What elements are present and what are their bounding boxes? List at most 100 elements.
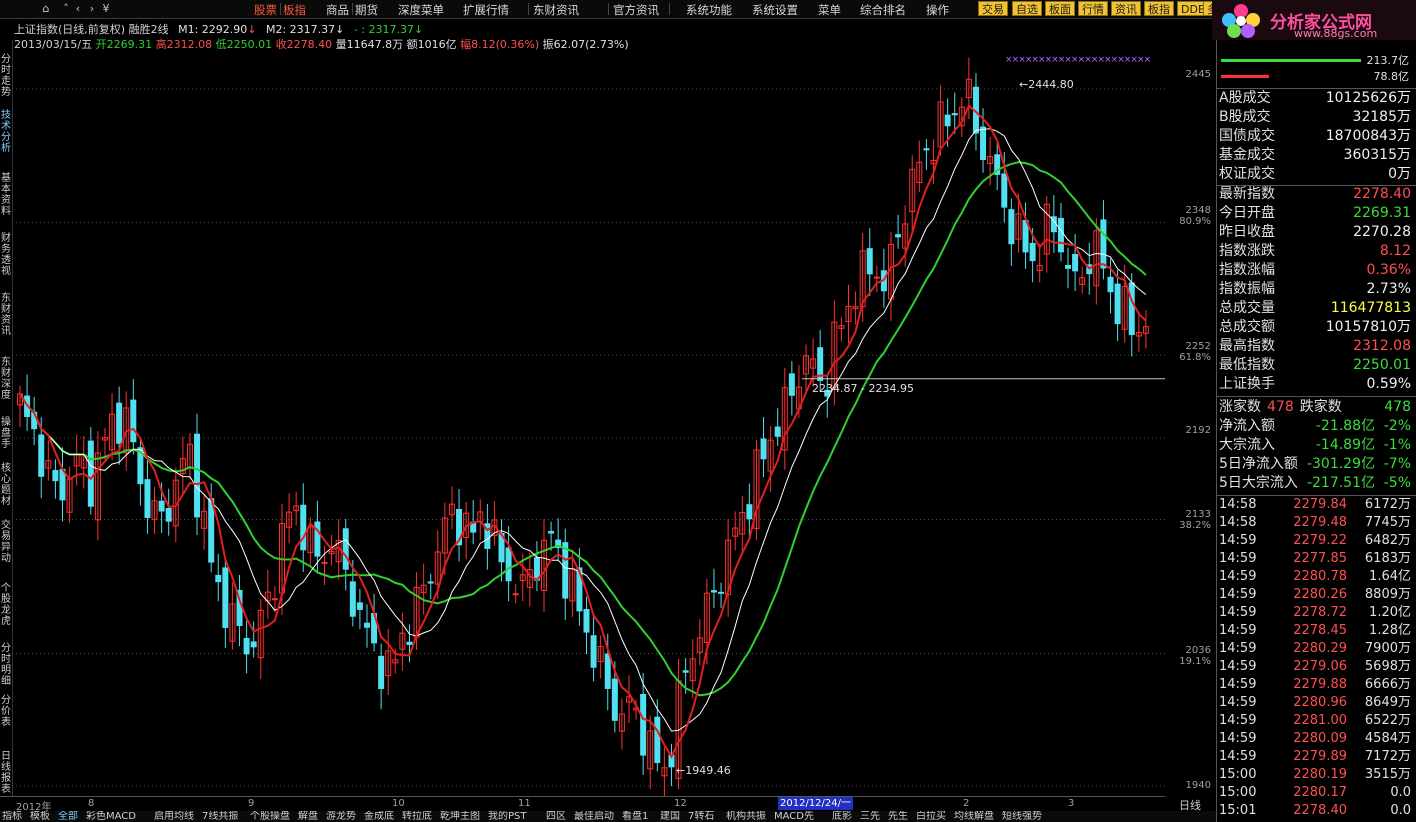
side-tab-4[interactable]: 东财资讯 <box>0 293 12 337</box>
toolbar-layout-button[interactable]: 板面 <box>1045 1 1075 16</box>
indicator-tab-1[interactable]: 模板 <box>30 811 50 822</box>
candle-body <box>774 426 781 437</box>
price-axis-label: 2445 <box>1185 69 1211 80</box>
indicator-tab-2[interactable]: 全部 <box>58 811 78 822</box>
indicator-tab-9[interactable]: 金成底 <box>364 811 394 822</box>
indicator-tab-22[interactable]: 先生 <box>888 811 908 822</box>
candle-body <box>611 678 618 721</box>
indicator-tab-19[interactable]: MACD先 <box>774 811 814 822</box>
flow-value: -301.29亿 <box>1306 456 1375 472</box>
quote-row-7-value: 10157810万 <box>1325 319 1411 335</box>
side-tab-2[interactable]: 基本资料 <box>0 173 12 217</box>
side-tab-11[interactable]: 分价表 <box>0 695 12 728</box>
menu-ranking[interactable]: 综合排名 <box>860 2 906 18</box>
side-tab-1[interactable]: 技术分析 <box>0 110 12 154</box>
indicator-tab-16[interactable]: 建国 <box>660 811 680 822</box>
quote-row-5: 指数振幅 2.73% <box>1219 280 1411 299</box>
candlestick-chart[interactable]: 2234.87 - 2234.95←2444.80←1949.46× × × × × × ×… <box>12 28 1165 796</box>
menu-official-news[interactable]: 官方资讯 <box>613 2 659 18</box>
candle-body <box>640 693 647 756</box>
menu-extended-quotes[interactable]: 扩展行情 <box>463 2 509 18</box>
toolbar-watchlist-button[interactable]: 自选 <box>1012 1 1042 16</box>
indicator-tab-12[interactable]: 我的PST <box>488 811 527 822</box>
indicator-tab-24[interactable]: 均线解盘 <box>954 811 994 822</box>
quote-row-1: 今日开盘 2269.31 <box>1219 204 1411 223</box>
price-axis: 2445 2348 2252 2192 2133 2036 1940 80.9% 61.8% 38… <box>1165 28 1215 796</box>
side-tab-10[interactable]: 分时明细 <box>0 643 12 687</box>
menu-system-functions[interactable]: 系统功能 <box>686 2 732 18</box>
tick-price: 2280.09 <box>1293 731 1347 746</box>
quote-row-9: 最低指数 2250.01 <box>1219 356 1411 375</box>
tick-time: 14:59 <box>1219 641 1257 656</box>
menu-depth[interactable]: 深度菜单 <box>398 2 444 18</box>
indicator-tab-17[interactable]: 7转石 <box>688 811 714 822</box>
candle-body <box>165 507 172 522</box>
tick-row: 14:59 2280.78 1.64亿 <box>1219 568 1411 586</box>
menu-menu[interactable]: 菜单 <box>818 2 841 18</box>
side-tab-5[interactable]: 东财深度 <box>0 357 12 401</box>
indicator-tab-23[interactable]: 白拉买 <box>916 811 946 822</box>
side-tab-6[interactable]: 操盘手 <box>0 417 12 450</box>
indicator-tab-8[interactable]: 游龙势 <box>326 811 356 822</box>
candle-body <box>562 542 569 599</box>
tick-price: 2279.48 <box>1293 515 1347 530</box>
home-icon[interactable]: ⌂ <box>38 1 54 16</box>
tick-time: 14:59 <box>1219 695 1257 710</box>
indicator-tab-13[interactable]: 四区 <box>546 811 566 822</box>
indicator-tab-0[interactable]: 指标 <box>2 811 22 822</box>
candle-body <box>1029 242 1036 262</box>
tick-time: 15:00 <box>1219 767 1257 782</box>
menu-commodity[interactable]: 商品 <box>326 2 349 18</box>
candle-body <box>363 622 370 628</box>
quote-row-5-label: 指数振幅 <box>1219 281 1275 297</box>
menu-futures[interactable]: 期货 <box>355 2 378 18</box>
tick-volume: 7172万 <box>1364 749 1411 764</box>
date-axis-label: 2 <box>963 798 970 809</box>
indicator-tab-15[interactable]: 看盘1 <box>622 811 648 822</box>
flow-summary-value: 213.7亿 <box>1366 54 1410 67</box>
candle-body <box>243 637 250 655</box>
side-tab-9[interactable]: 个股龙虎 <box>0 583 12 627</box>
indicator-tab-20[interactable]: 底影 <box>832 811 852 822</box>
menu-stocks[interactable]: 股票 <box>254 2 277 18</box>
indicator-tab-10[interactable]: 转拉底 <box>402 811 432 822</box>
indicator-tab-7[interactable]: 解盘 <box>298 811 318 822</box>
double-chevron-down-icon[interactable]: ¥ <box>98 1 114 16</box>
toolbar-board-index-button[interactable]: 板指 <box>1144 1 1174 16</box>
tick-price: 2280.17 <box>1293 785 1347 800</box>
side-tab-3[interactable]: 财务透视 <box>0 233 12 277</box>
toolbar-trade-button[interactable]: 交易 <box>978 1 1008 16</box>
candle-body <box>654 716 661 764</box>
indicator-tab-18[interactable]: 机构共振 <box>726 811 766 822</box>
indicator-tab-14[interactable]: 最佳启动 <box>574 811 614 822</box>
toolbar-quotes-button[interactable]: 行情 <box>1078 1 1108 16</box>
indicator-tab-21[interactable]: 三先 <box>860 811 880 822</box>
side-tab-7[interactable]: 核心题材 <box>0 463 12 507</box>
candle-body <box>548 531 555 534</box>
side-tab-0[interactable]: 分时走势 <box>0 54 12 98</box>
menu-eastmoney-news[interactable]: 东财资讯 <box>533 2 579 18</box>
menu-operations[interactable]: 操作 <box>926 2 949 18</box>
low-price-label: ←1949.46 <box>676 764 731 777</box>
menu-system-settings[interactable]: 系统设置 <box>752 2 798 18</box>
indicator-tab-6[interactable]: 个股操盘 <box>250 811 290 822</box>
market-row-3-value: 360315万 <box>1343 147 1411 163</box>
tick-time: 14:59 <box>1219 605 1257 620</box>
toolbar-news-button[interactable]: 资讯 <box>1111 1 1141 16</box>
indicator-tab-5[interactable]: 7线共振 <box>202 811 238 822</box>
indicator-tab-11[interactable]: 乾坤主图 <box>440 811 480 822</box>
menu-board-index[interactable]: 板指 <box>283 2 306 18</box>
indicator-tab-25[interactable]: 短线强势 <box>1002 811 1042 822</box>
candle-body <box>300 504 307 551</box>
period-label[interactable]: 日线 <box>1166 797 1214 812</box>
date-axis-label: 8 <box>88 798 95 809</box>
fib-pct-label: 80.9% <box>1179 216 1211 227</box>
tick-volume: 6482万 <box>1364 533 1411 548</box>
side-tab-8[interactable]: 交易异动 <box>0 520 12 564</box>
tick-time: 14:59 <box>1219 749 1257 764</box>
indicator-tab-4[interactable]: 启用均线 <box>154 811 194 822</box>
tick-row: 15:00 2280.19 3515万 <box>1219 766 1411 784</box>
indicator-tab-3[interactable]: 彩色MACD <box>86 811 136 822</box>
side-tab-12[interactable]: 日线报表 <box>0 751 12 795</box>
tick-price: 2278.72 <box>1293 605 1347 620</box>
